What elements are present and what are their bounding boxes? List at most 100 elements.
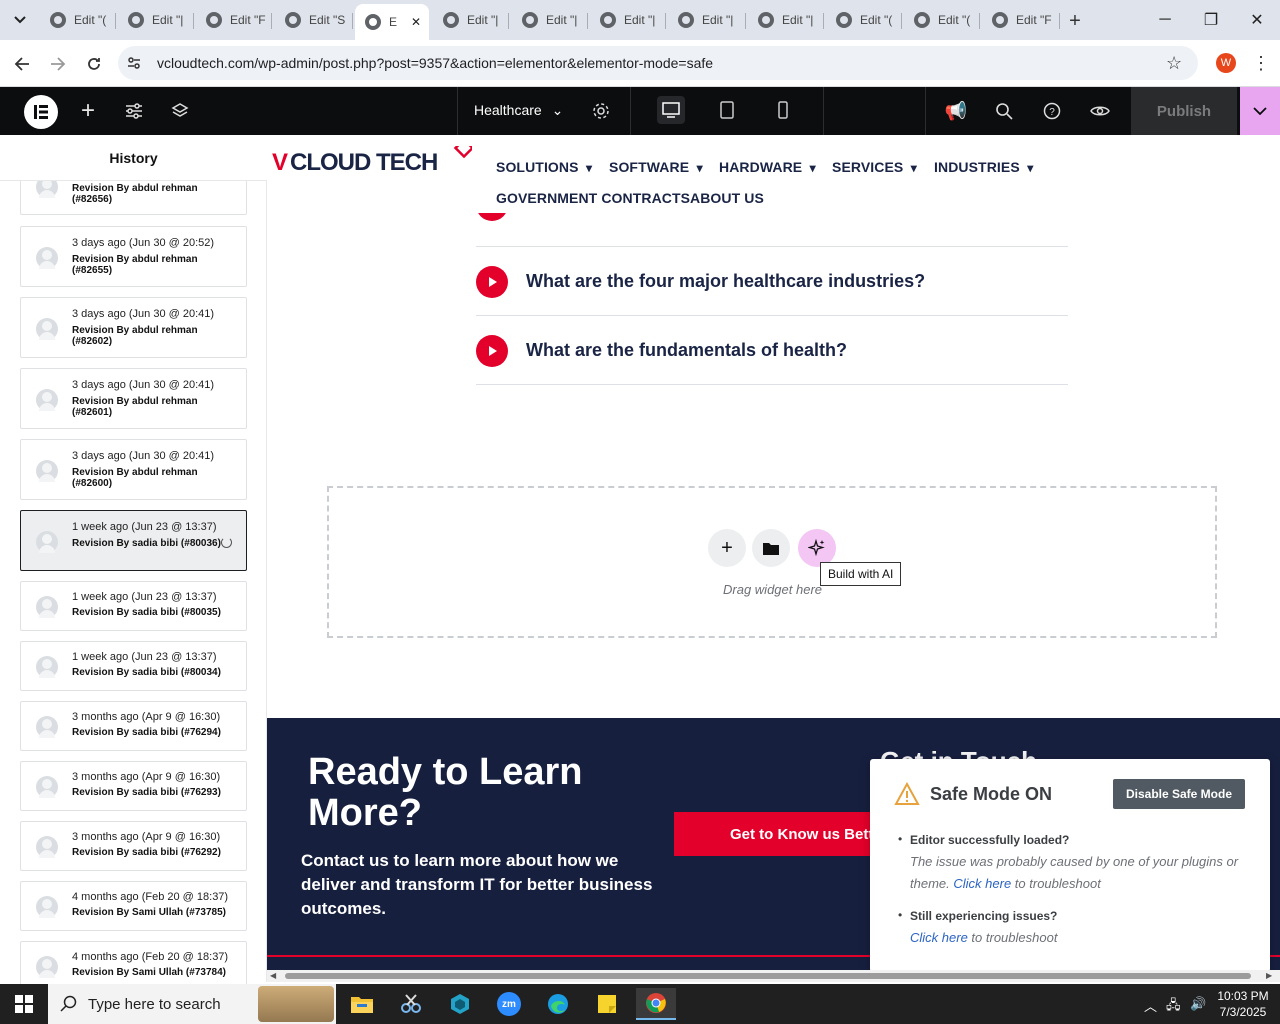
- history-revision-item[interactable]: 3 months ago (Apr 9 @ 16:30) Revision By …: [20, 761, 247, 811]
- finder-button[interactable]: [981, 87, 1027, 135]
- desktop-view-button[interactable]: [657, 96, 685, 124]
- browser-menu-icon[interactable]: ⋮: [1252, 53, 1270, 74]
- close-window-button[interactable]: ✕: [1234, 0, 1280, 40]
- browser-tab[interactable]: Edit "F: [196, 6, 272, 34]
- avatar: [36, 896, 58, 918]
- reload-button[interactable]: [80, 50, 108, 78]
- sliders-icon: [126, 103, 142, 119]
- browser-tab[interactable]: Edit "F: [982, 6, 1060, 34]
- new-tab-button[interactable]: +: [1062, 8, 1088, 34]
- snipping-tool-icon[interactable]: [391, 988, 431, 1020]
- tab-label: Edit "(: [860, 13, 893, 27]
- add-element-button[interactable]: +: [65, 87, 111, 135]
- globe-icon: [522, 12, 538, 28]
- scrollbar-thumb[interactable]: [285, 973, 1251, 979]
- notifications-button[interactable]: 📢: [933, 87, 979, 135]
- svg-text:V: V: [272, 149, 288, 176]
- bullet: •: [898, 908, 903, 922]
- start-button[interactable]: [0, 984, 48, 1024]
- elementor-logo-button[interactable]: [24, 95, 58, 129]
- zoom-icon[interactable]: zm: [489, 988, 529, 1020]
- url-text[interactable]: vcloudtech.com/wp-admin/post.php?post=93…: [157, 55, 713, 71]
- browser-tab[interactable]: Edit "|: [748, 6, 824, 34]
- structure-button[interactable]: [157, 87, 203, 135]
- browser-tab[interactable]: Edit "(: [826, 6, 902, 34]
- cta-button[interactable]: Get to Know us Better: [674, 812, 894, 856]
- sticky-notes-icon[interactable]: [587, 988, 627, 1020]
- site-settings-button[interactable]: [111, 87, 157, 135]
- publish-options-button[interactable]: [1240, 87, 1280, 135]
- site-menu-item[interactable]: INDUSTRIES ▾: [934, 159, 1033, 175]
- help-button[interactable]: ?: [1029, 87, 1075, 135]
- page-name-dropdown[interactable]: Healthcare ⌄: [474, 102, 563, 119]
- taskbar-clock[interactable]: 10:03 PM 7/3/2025: [1210, 988, 1276, 1020]
- file-explorer-icon[interactable]: [342, 988, 382, 1020]
- network-icon[interactable]: 🖧: [1166, 996, 1181, 1018]
- site-menu-item[interactable]: GOVERNMENT CONTRACTS: [496, 190, 690, 206]
- browser-tab[interactable]: E ✕: [355, 4, 429, 40]
- profile-avatar[interactable]: W: [1216, 53, 1236, 73]
- revision-author: Revision By abdul rehman (#82600): [72, 467, 198, 489]
- disable-safe-mode-button[interactable]: Disable Safe Mode: [1113, 779, 1245, 809]
- scroll-right-icon[interactable]: ▶: [1266, 971, 1272, 980]
- history-revision-item[interactable]: 3 months ago (Apr 9 @ 16:30) Revision By …: [20, 821, 247, 871]
- revision-time: 4 months ago (Feb 20 @ 18:37): [72, 951, 229, 963]
- history-revision-item[interactable]: 3 days ago (Jun 30 @ 20:41) Revision By a…: [20, 368, 247, 429]
- tab-search-dropdown-button[interactable]: [8, 8, 32, 32]
- add-template-button[interactable]: [752, 529, 790, 567]
- history-revision-item[interactable]: 3 days ago (Jun 30 @ 20:41) Revision By a…: [20, 297, 247, 358]
- globe-icon: [206, 12, 222, 28]
- minimize-button[interactable]: ─: [1142, 0, 1188, 40]
- browser-tab[interactable]: Edit "|: [433, 6, 509, 34]
- avatar: [36, 459, 58, 482]
- site-menu-item[interactable]: SOLUTIONS ▾: [496, 159, 592, 175]
- forward-button[interactable]: [44, 50, 72, 78]
- tablet-view-button[interactable]: [713, 96, 741, 124]
- browser-tab[interactable]: Edit "(: [904, 6, 980, 34]
- history-revision-item[interactable]: 1 week ago (Jun 23 @ 13:37) Revision By s…: [20, 641, 247, 691]
- faq-item[interactable]: What are the fundamentals of health?: [476, 316, 1068, 385]
- history-revision-item[interactable]: 3 days ago (Jun 30 @ 20:52) Revision By a…: [20, 226, 247, 287]
- faq-item[interactable]: What are the four major healthcare indus…: [476, 247, 1068, 316]
- browser-tab[interactable]: Edit "S: [275, 6, 353, 34]
- history-revision-item[interactable]: 1 week ago (Jun 23 @ 13:37) Revision By s…: [20, 510, 247, 571]
- browser-tab[interactable]: Edit "|: [590, 6, 666, 34]
- scroll-left-icon[interactable]: ◀: [270, 971, 276, 980]
- add-section-button[interactable]: +: [708, 529, 746, 567]
- avatar: [36, 246, 58, 269]
- app-diamond-icon[interactable]: [440, 988, 480, 1020]
- troubleshoot-link-1[interactable]: Click here: [953, 876, 1011, 891]
- publish-button[interactable]: Publish: [1131, 87, 1237, 135]
- browser-tab[interactable]: Edit "|: [668, 6, 746, 34]
- bookmark-star-icon[interactable]: ☆: [1166, 53, 1182, 74]
- page-settings-button[interactable]: [578, 87, 624, 135]
- history-revision-item[interactable]: Revision By abdul rehman (#82656): [20, 175, 247, 215]
- browser-tab[interactable]: Edit "(: [40, 6, 116, 34]
- preview-button[interactable]: [1077, 87, 1123, 135]
- meerkat-search-highlight-icon[interactable]: [258, 986, 334, 1022]
- site-menu-item[interactable]: SOFTWARE ▾: [609, 159, 703, 175]
- browser-tab[interactable]: Edit "|: [512, 6, 588, 34]
- globe-icon: [758, 12, 774, 28]
- browser-tab[interactable]: Edit "|: [118, 6, 194, 34]
- history-revision-item[interactable]: 3 months ago (Apr 9 @ 16:30) Revision By …: [20, 701, 247, 751]
- site-info-icon[interactable]: [126, 55, 142, 74]
- troubleshoot-link-2[interactable]: Click here: [910, 930, 968, 945]
- edge-icon[interactable]: [538, 988, 578, 1020]
- history-revision-item[interactable]: 3 days ago (Jun 30 @ 20:41) Revision By a…: [20, 439, 247, 500]
- history-revision-item[interactable]: 1 week ago (Jun 23 @ 13:37) Revision By s…: [20, 581, 247, 631]
- history-revision-item[interactable]: 4 months ago (Feb 20 @ 18:37) Revision By…: [20, 881, 247, 931]
- show-hidden-icons-chevron-icon[interactable]: ︿: [1144, 996, 1157, 1015]
- volume-icon[interactable]: 🔊: [1190, 996, 1206, 1012]
- restore-button[interactable]: ❐: [1188, 0, 1234, 40]
- revision-author: Revision By abdul rehman (#82655): [72, 254, 198, 276]
- site-logo[interactable]: V CLOUD TECH: [272, 137, 475, 176]
- tab-label: Edit "F: [1016, 13, 1052, 27]
- site-menu-item[interactable]: ABOUT US: [690, 190, 764, 206]
- site-menu-item[interactable]: HARDWARE ▾: [719, 159, 816, 175]
- close-tab-icon[interactable]: ✕: [411, 15, 421, 29]
- chrome-icon[interactable]: [636, 988, 676, 1020]
- site-menu-item[interactable]: SERVICES ▾: [832, 159, 917, 175]
- back-button[interactable]: [8, 50, 36, 78]
- mobile-view-button[interactable]: [769, 96, 797, 124]
